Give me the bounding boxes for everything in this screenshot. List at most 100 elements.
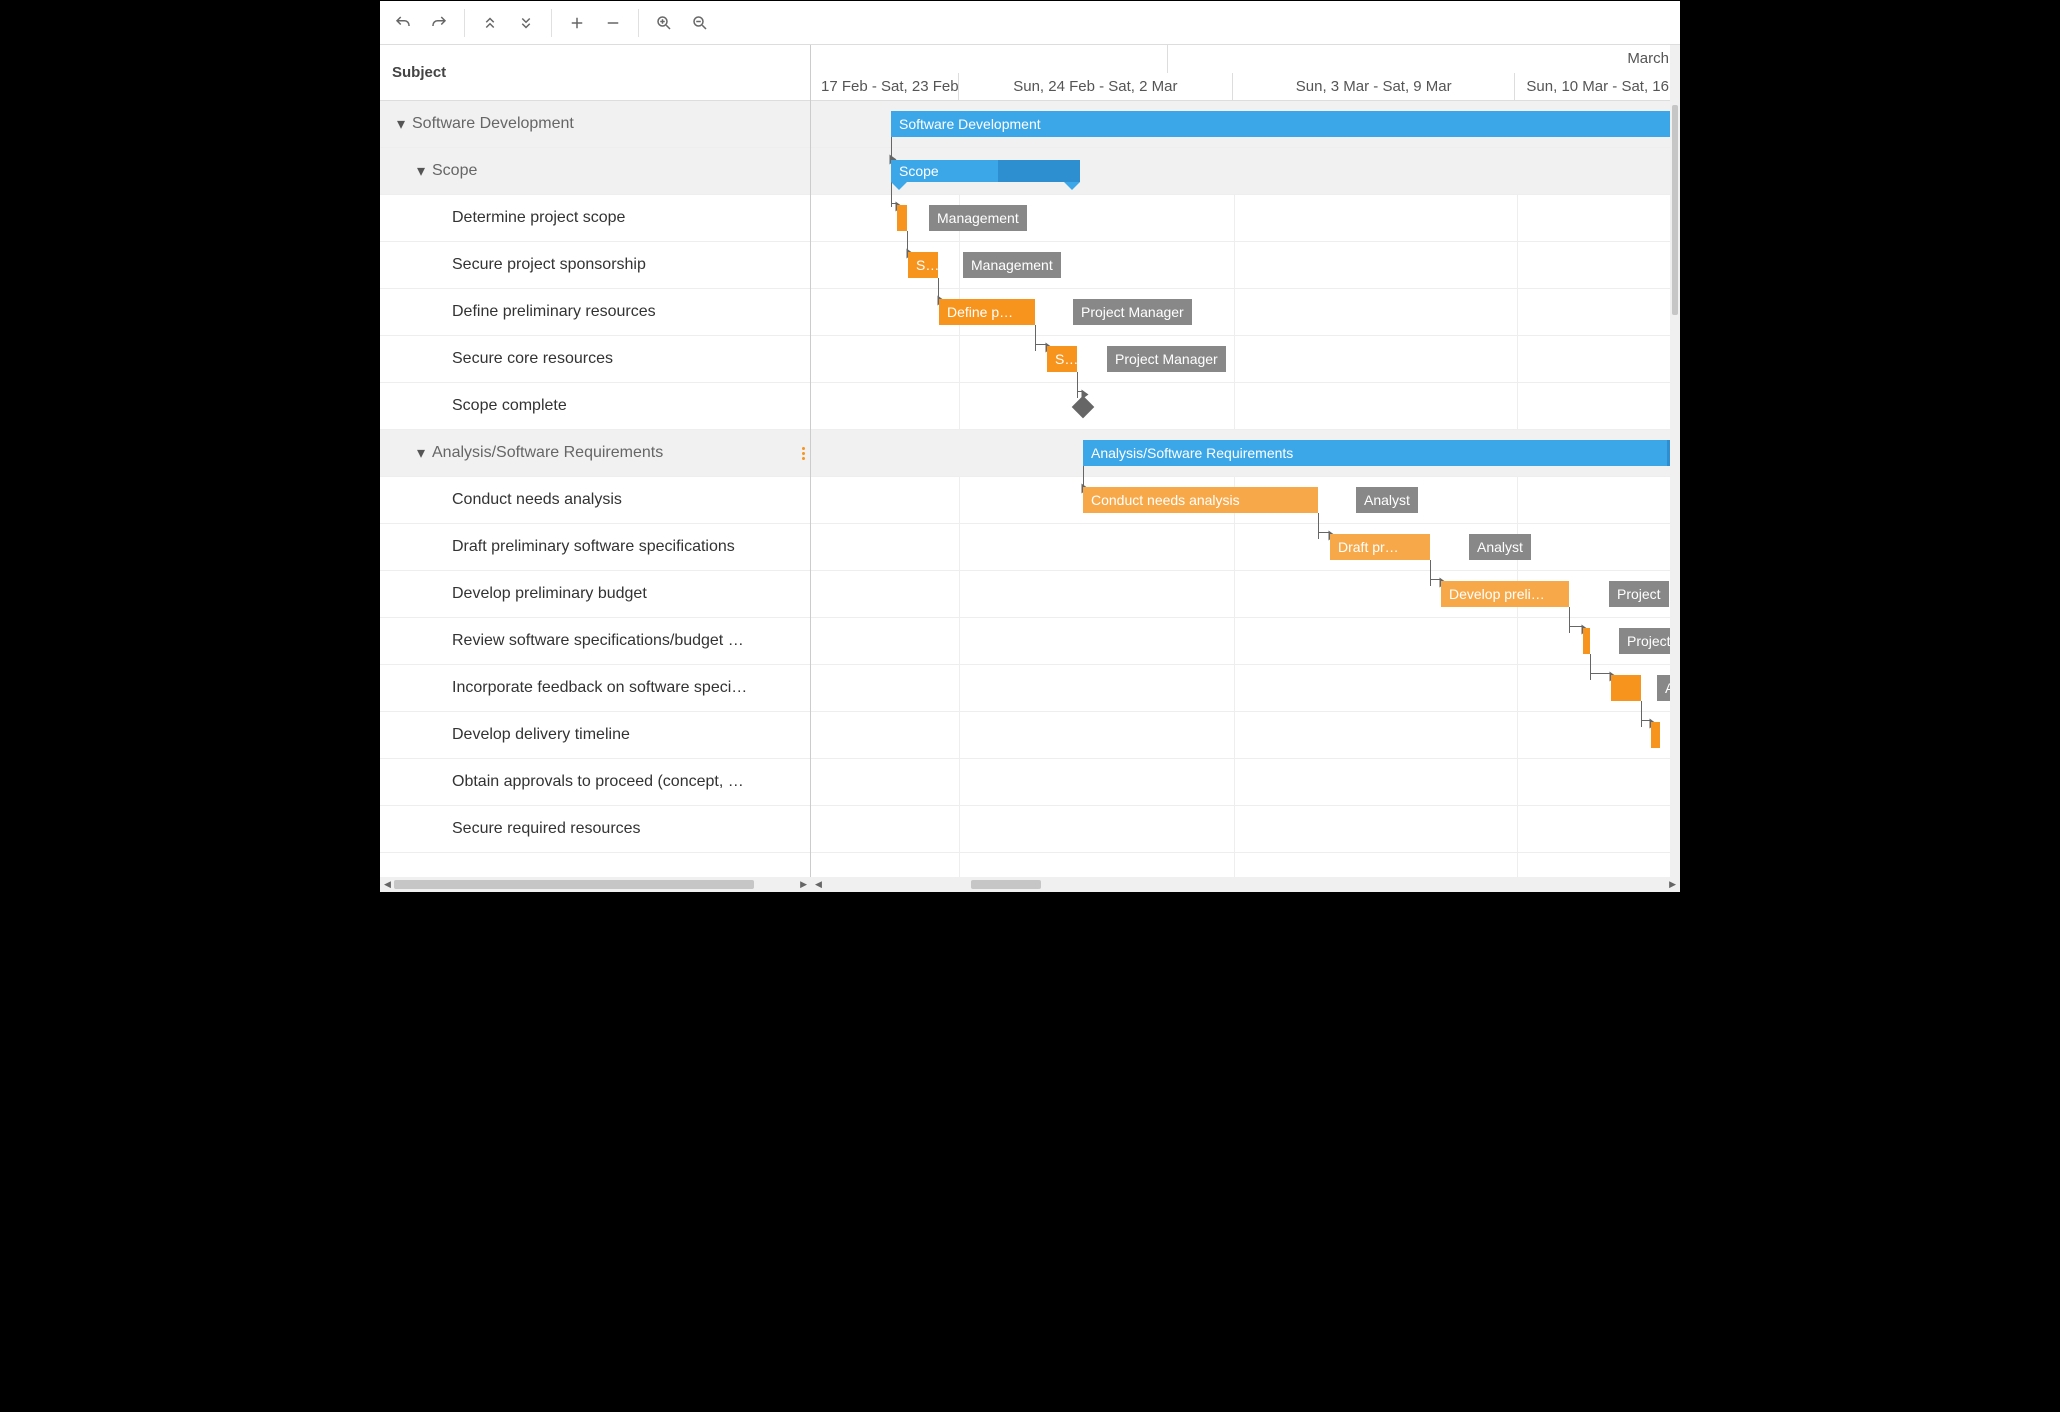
scrollbar-thumb[interactable] bbox=[971, 880, 1041, 889]
toolbar bbox=[380, 1, 1680, 45]
chart-row[interactable]: S…Management bbox=[811, 242, 1680, 289]
zoom-out-button[interactable] bbox=[683, 6, 717, 40]
chart-row[interactable] bbox=[811, 712, 1680, 759]
task-bar[interactable]: Draft pr… bbox=[1330, 534, 1430, 560]
scroll-right-icon[interactable]: ▶ bbox=[1669, 879, 1676, 890]
task-bar[interactable]: Conduct needs analysis bbox=[1083, 487, 1318, 513]
task-label: Review software specifications/budget … bbox=[452, 632, 744, 650]
content-area: Subject ▾Software Development▾ScopeDeter… bbox=[380, 45, 1680, 877]
chart-row[interactable]: Software Development bbox=[811, 101, 1680, 148]
task-row[interactable]: Conduct needs analysis bbox=[380, 477, 810, 524]
task-bar[interactable]: Develop preli… bbox=[1441, 581, 1569, 607]
remove-task-button[interactable] bbox=[596, 6, 630, 40]
chart-horizontal-scrollbar[interactable]: ◀ ▶ bbox=[811, 877, 1680, 892]
undo-button[interactable] bbox=[386, 6, 420, 40]
redo-button[interactable] bbox=[422, 6, 456, 40]
expand-collapse-icon[interactable]: ▾ bbox=[414, 161, 428, 181]
resource-tag: Management bbox=[929, 205, 1027, 231]
resource-tag: Analyst bbox=[1469, 534, 1531, 560]
zoom-in-button[interactable] bbox=[647, 6, 681, 40]
task-row[interactable]: Develop preliminary budget bbox=[380, 571, 810, 618]
task-label: Scope bbox=[432, 162, 477, 180]
tree-horizontal-scrollbar[interactable]: ◀ ▶ bbox=[380, 877, 811, 892]
task-label: Secure project sponsorship bbox=[452, 256, 646, 274]
summary-bar[interactable]: Analysis/Software Requirements bbox=[1083, 440, 1680, 466]
add-task-button[interactable] bbox=[560, 6, 594, 40]
task-row[interactable]: Review software specifications/budget … bbox=[380, 618, 810, 665]
chart-row[interactable]: Management bbox=[811, 195, 1680, 242]
chart-row[interactable] bbox=[811, 383, 1680, 430]
task-row[interactable]: Secure project sponsorship bbox=[380, 242, 810, 289]
gantt-chart[interactable]: Software Development Scope Management S…Man… bbox=[811, 101, 1680, 877]
chart-row[interactable]: An bbox=[811, 665, 1680, 712]
timeline-pane[interactable]: March 17 Feb - Sat, 23 FebSun, 24 Feb - … bbox=[811, 45, 1680, 877]
summary-bar[interactable]: Software Development bbox=[891, 111, 1680, 137]
task-bar[interactable] bbox=[1583, 628, 1590, 654]
resource-tag: Project Manager bbox=[1073, 299, 1192, 325]
task-row[interactable]: Define preliminary resources bbox=[380, 289, 810, 336]
task-row[interactable]: Secure core resources bbox=[380, 336, 810, 383]
task-bar[interactable] bbox=[1611, 675, 1641, 701]
task-bar[interactable]: Define p… bbox=[939, 299, 1035, 325]
splitter-handle-icon[interactable] bbox=[797, 443, 809, 463]
scroll-right-icon[interactable]: ▶ bbox=[800, 879, 807, 890]
separator bbox=[551, 9, 552, 37]
task-label: Draft preliminary software specification… bbox=[452, 538, 735, 556]
week-header-cell[interactable]: Sun, 10 Mar - Sat, 16 bbox=[1515, 73, 1680, 101]
gantt-frame: Subject ▾Software Development▾ScopeDeter… bbox=[379, 0, 1681, 893]
task-row[interactable]: Incorporate feedback on software speci… bbox=[380, 665, 810, 712]
chart-row[interactable] bbox=[811, 759, 1680, 806]
task-label: Software Development bbox=[412, 115, 574, 133]
scrollbar-thumb[interactable] bbox=[1672, 105, 1678, 315]
scroll-left-icon[interactable]: ◀ bbox=[815, 879, 822, 890]
week-header-cell[interactable]: Sun, 24 Feb - Sat, 2 Mar bbox=[959, 73, 1233, 101]
task-bar[interactable]: S… bbox=[1047, 346, 1077, 372]
task-row[interactable]: ▾Software Development bbox=[380, 101, 810, 148]
task-row[interactable]: ▾Scope bbox=[380, 148, 810, 195]
separator bbox=[464, 9, 465, 37]
chart-row[interactable]: Analysis/Software Requirements bbox=[811, 430, 1680, 477]
month-header-cell bbox=[811, 45, 1168, 73]
task-row[interactable]: Determine project scope bbox=[380, 195, 810, 242]
scrollbar-thumb[interactable] bbox=[394, 880, 754, 889]
task-label: Develop preliminary budget bbox=[452, 585, 647, 603]
resource-tag: Project bbox=[1609, 581, 1669, 607]
expand-collapse-icon[interactable]: ▾ bbox=[414, 443, 428, 463]
chart-row[interactable]: Project bbox=[811, 618, 1680, 665]
task-bar[interactable] bbox=[897, 205, 907, 231]
chart-row[interactable]: Draft pr… Analyst bbox=[811, 524, 1680, 571]
task-row[interactable]: Obtain approvals to proceed (concept, … bbox=[380, 759, 810, 806]
task-row[interactable]: Develop delivery timeline bbox=[380, 712, 810, 759]
task-tree-pane[interactable]: Subject ▾Software Development▾ScopeDeter… bbox=[380, 45, 811, 877]
vertical-scrollbar[interactable] bbox=[1670, 45, 1680, 877]
task-row[interactable]: Draft preliminary software specification… bbox=[380, 524, 810, 571]
separator bbox=[638, 9, 639, 37]
chart-row[interactable]: Scope bbox=[811, 148, 1680, 195]
task-label: Develop delivery timeline bbox=[452, 726, 630, 744]
expand-collapse-icon[interactable]: ▾ bbox=[394, 114, 408, 134]
task-bar[interactable]: S… bbox=[908, 252, 938, 278]
chart-row[interactable]: Conduct needs analysis Analyst bbox=[811, 477, 1680, 524]
week-header-cell[interactable]: Sun, 3 Mar - Sat, 9 Mar bbox=[1233, 73, 1515, 101]
month-header-cell: March bbox=[1168, 45, 1680, 73]
chart-row[interactable] bbox=[811, 806, 1680, 853]
task-label: Incorporate feedback on software speci… bbox=[452, 679, 747, 697]
subject-column-header[interactable]: Subject bbox=[380, 45, 810, 101]
chart-row[interactable]: S…Project Manager bbox=[811, 336, 1680, 383]
scroll-left-icon[interactable]: ◀ bbox=[384, 879, 391, 890]
task-row[interactable]: Scope complete bbox=[380, 383, 810, 430]
chart-row[interactable]: Develop preli… Project bbox=[811, 571, 1680, 618]
milestone-marker[interactable] bbox=[1072, 396, 1095, 419]
week-header-cell[interactable]: 17 Feb - Sat, 23 Feb bbox=[811, 73, 959, 101]
task-bar[interactable] bbox=[1651, 722, 1660, 748]
resource-tag: Analyst bbox=[1356, 487, 1418, 513]
task-label: Conduct needs analysis bbox=[452, 491, 622, 509]
task-label: Define preliminary resources bbox=[452, 303, 656, 321]
task-label: Secure core resources bbox=[452, 350, 613, 368]
task-row[interactable]: Secure required resources bbox=[380, 806, 810, 853]
task-label: Secure required resources bbox=[452, 820, 641, 838]
task-row[interactable]: ▾Analysis/Software Requirements bbox=[380, 430, 810, 477]
expand-all-button[interactable] bbox=[509, 6, 543, 40]
timeline-header: March 17 Feb - Sat, 23 FebSun, 24 Feb - … bbox=[811, 45, 1680, 101]
collapse-all-button[interactable] bbox=[473, 6, 507, 40]
